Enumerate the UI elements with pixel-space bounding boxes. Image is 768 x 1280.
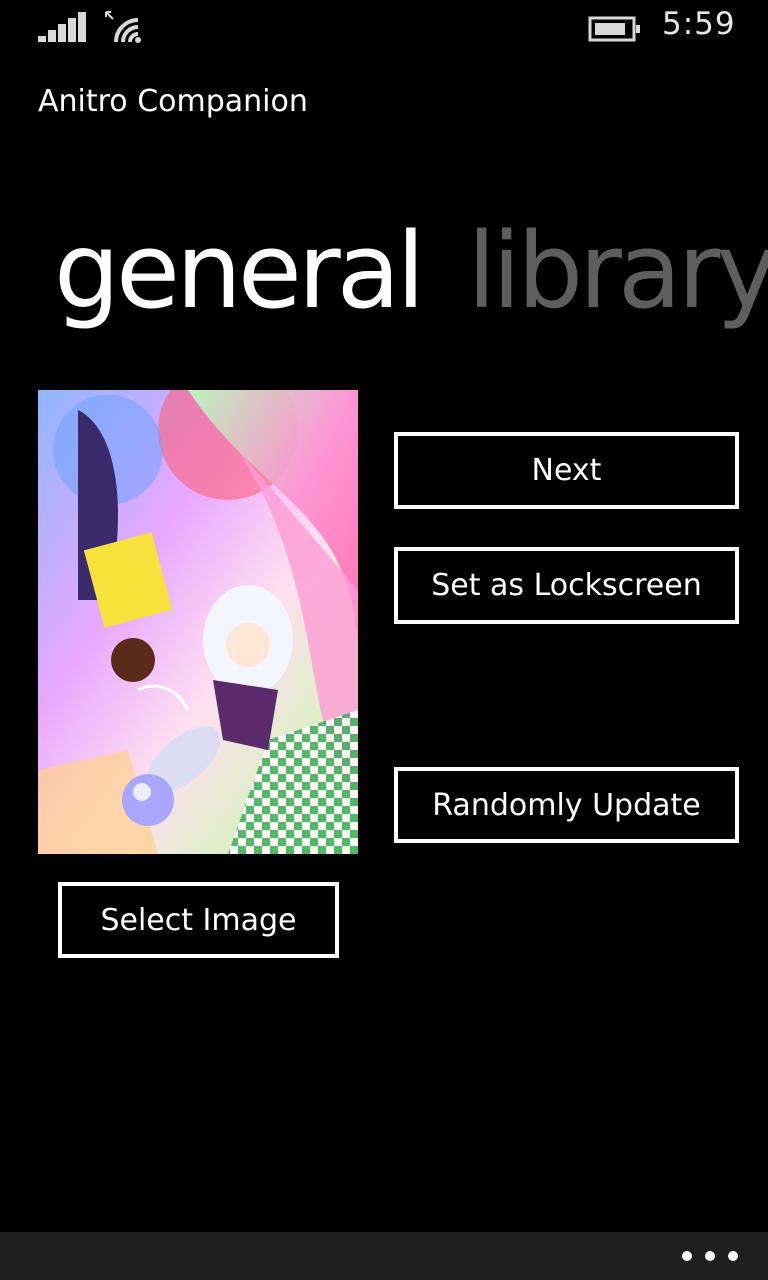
app-title: Anitro Companion — [38, 84, 308, 119]
pivot-tab-general[interactable]: general — [54, 196, 425, 346]
pivot-header: general library — [54, 196, 768, 346]
status-bar: 5:59 — [0, 0, 768, 56]
screen: 5:59 Anitro Companion general library Ne… — [0, 0, 768, 1280]
dot — [682, 1251, 692, 1261]
pivot-tab-library[interactable]: library — [467, 196, 768, 346]
dot — [728, 1251, 738, 1261]
set-lockscreen-button[interactable]: Set as Lockscreen — [394, 547, 739, 624]
select-image-button[interactable]: Select Image — [58, 882, 339, 958]
cellular-signal-icon — [38, 12, 88, 42]
randomly-update-button[interactable]: Randomly Update — [394, 767, 739, 843]
wifi-icon — [104, 10, 146, 44]
app-bar — [0, 1232, 768, 1280]
ellipsis-icon[interactable] — [682, 1242, 738, 1270]
battery-icon — [588, 16, 642, 42]
wallpaper-preview-image — [38, 390, 358, 854]
next-button[interactable]: Next — [394, 432, 739, 509]
status-time: 5:59 — [662, 6, 736, 42]
dot — [705, 1251, 715, 1261]
